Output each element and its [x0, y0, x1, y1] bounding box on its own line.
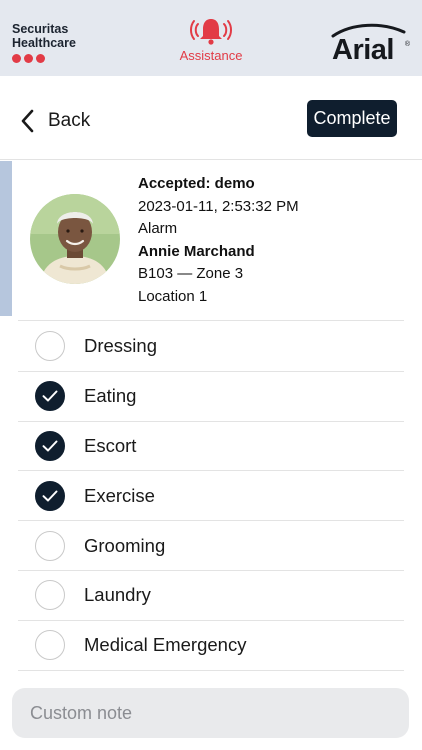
complete-button[interactable]: Complete	[307, 100, 397, 137]
task-item[interactable]: Medical Emergency	[18, 621, 404, 671]
checkbox-checked[interactable]	[35, 381, 65, 412]
assistance-button[interactable]: Assistance	[168, 16, 254, 63]
resident-avatar	[30, 194, 120, 284]
task-label: Escort	[84, 434, 137, 456]
arial-logo: Arial ®	[330, 22, 410, 66]
brand-line-1: Securitas	[12, 22, 69, 36]
task-label: Exercise	[84, 484, 155, 506]
task-item[interactable]: Dressing	[18, 322, 404, 372]
checkbox-checked[interactable]	[35, 430, 65, 461]
task-label: Eating	[84, 385, 137, 407]
task-label: Medical Emergency	[84, 634, 247, 656]
navigation-bar: Back Complete	[0, 76, 422, 160]
checkbox[interactable]	[35, 580, 65, 611]
accepted-status: Accepted: demo	[138, 175, 255, 192]
alarm-bell-icon	[190, 19, 232, 45]
task-item[interactable]: Exercise	[18, 471, 404, 522]
task-item[interactable]: Escort	[18, 422, 404, 472]
task-label: Dressing	[84, 335, 157, 357]
alarm-card: Accepted: demo 2023-01-11, 2:53:32 PM Al…	[0, 161, 422, 321]
checkmark-icon	[42, 440, 58, 452]
back-label: Back	[48, 110, 91, 131]
task-item[interactable]: Laundry	[18, 571, 404, 621]
location: Location 1	[138, 287, 208, 305]
task-checklist: Dressing Eating Escort Exercise Grooming…	[18, 322, 404, 671]
divider	[18, 320, 404, 321]
securitas-healthcare-logo: Securitas Healthcare	[12, 22, 76, 50]
assistance-label: Assistance	[179, 48, 243, 63]
app-header: Securitas Healthcare Assistance Arial ®	[0, 0, 422, 76]
registered-mark: ®	[404, 41, 410, 48]
task-item[interactable]: Eating	[18, 372, 404, 422]
alarm-type: Alarm	[138, 220, 178, 237]
custom-note-input[interactable]	[12, 688, 409, 738]
task-item[interactable]: Grooming	[18, 521, 404, 571]
alarm-timestamp: 2023-01-11, 2:53:32 PM	[138, 197, 299, 215]
checkbox[interactable]	[35, 630, 65, 661]
checkbox-checked[interactable]	[35, 480, 65, 511]
checkmark-icon	[42, 490, 58, 502]
checkmark-icon	[42, 390, 58, 402]
alarm-details: Accepted: demo 2023-01-11, 2:53:32 PM Al…	[138, 173, 299, 308]
checkbox[interactable]	[35, 331, 65, 362]
chevron-left-icon	[21, 109, 34, 133]
back-button[interactable]: Back	[20, 106, 90, 136]
logo-wordmark: Arial	[332, 34, 394, 66]
room-zone: B103 — Zone 3	[138, 265, 244, 282]
task-label: Grooming	[84, 534, 166, 556]
task-label: Laundry	[84, 584, 151, 606]
brand-line-2: Healthcare	[12, 36, 76, 50]
checkbox[interactable]	[35, 530, 65, 561]
card-accent-bar	[0, 161, 12, 316]
brand-dots-icon	[12, 54, 45, 63]
resident-name: Annie Marchand	[138, 242, 255, 260]
